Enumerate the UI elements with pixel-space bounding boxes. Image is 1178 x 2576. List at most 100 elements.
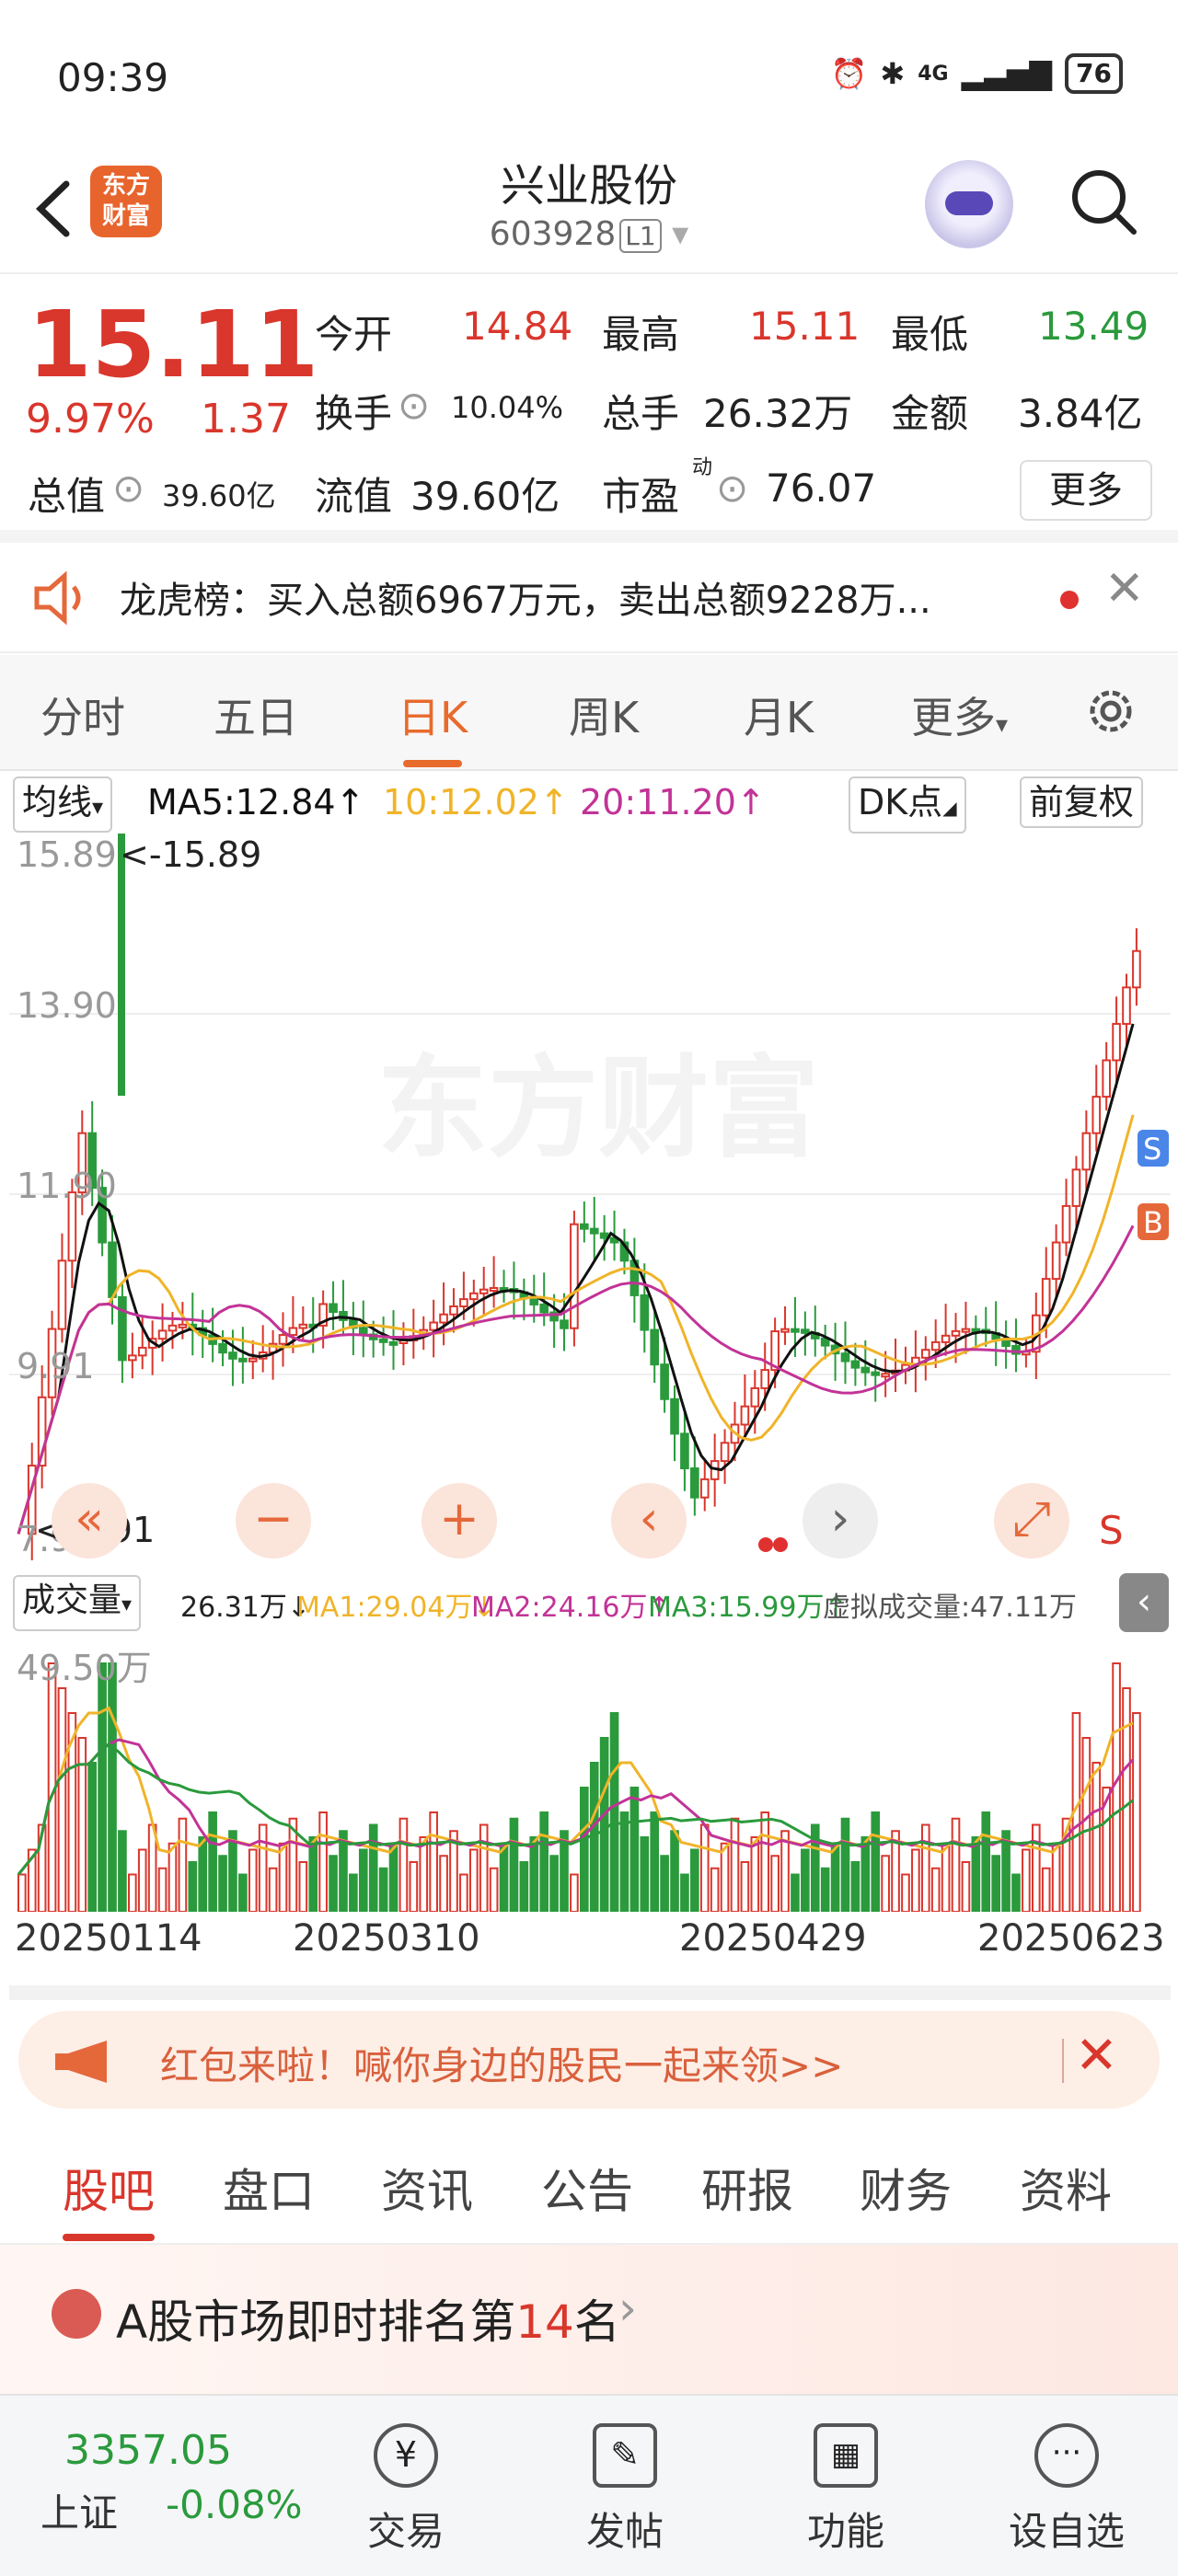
rank-banner[interactable]: A股市场即时排名第14名 › [0,2245,1178,2394]
close-icon[interactable]: ✕ [1104,561,1145,616]
bluetooth-icon: ✱ [880,56,906,91]
index-value[interactable]: 3357.05 [64,2427,232,2474]
candle-body [690,1467,699,1499]
kline-candles [27,834,1141,1561]
b-badge[interactable]: B [1143,1205,1163,1240]
index-name[interactable]: 上证 [40,2482,118,2538]
volume-bar [398,1817,409,1913]
pe-sup: 动 [692,456,713,479]
more-button[interactable]: 更多 [1020,460,1152,521]
tab-profile[interactable]: 资料 [1020,2155,1112,2221]
volume-bar [248,1848,258,1913]
volume-bar [599,1737,609,1913]
s-badge[interactable]: S [1143,1132,1161,1167]
s-mark[interactable]: S [1099,1508,1124,1553]
tab-5day[interactable]: 五日 [214,684,298,745]
tab-weekly-k[interactable]: 周K [569,684,639,745]
promo-banner[interactable]: 红包来啦！喊你身边的股民一起来领>> ✕ [18,2011,1160,2109]
nav-trade[interactable]: ¥ 交易 [337,2414,475,2557]
candle-body [920,1349,930,1359]
tab-guba[interactable]: 股吧 [63,2155,155,2241]
volume-bar [409,1861,419,1913]
candle-body [388,1340,398,1346]
info-icon[interactable]: ⊙ [398,383,430,428]
scroll-left-far-button[interactable]: « [52,1483,127,1558]
tab-more[interactable]: 更多▾ [911,684,1008,745]
dropdown-icon: ▾ [672,215,689,253]
dk-selector[interactable]: DK点◢ [849,776,966,834]
level-tag: L1 [619,219,662,253]
nav-label: 交易 [366,2509,445,2554]
volume-bar [961,1861,971,1913]
collapse-icon[interactable]: ‹ [1119,1573,1169,1632]
nav-watchlist[interactable]: ··· 设自选 [998,2414,1136,2557]
nav-label: 设自选 [1008,2509,1125,2554]
float-value: 39.60亿 [410,474,560,519]
kline-chart[interactable]: 东方财富 15.89 <-15.89 13.90 11.90 9.91 7.91… [9,834,1171,1561]
nav-label: 发帖 [585,2509,664,2554]
candle-body [449,1305,458,1316]
candle-body [580,1223,589,1230]
period-tabs: 分时 五日 日K 周K 月K 更多▾ [0,655,1178,771]
volume-bar [329,1855,338,1913]
volume-selector[interactable]: 成交量▾ [13,1575,142,1631]
stock-code: 603928 [489,215,617,253]
rank-number: 14 [515,2295,574,2349]
scroll-right-button[interactable]: › [803,1483,878,1558]
volume-bar [791,1873,800,1913]
zoom-out-button[interactable]: − [236,1483,311,1558]
nav-functions[interactable]: ▦ 功能 [777,2414,915,2557]
tab-news[interactable]: 资讯 [381,2155,473,2221]
candle-body [439,1313,448,1324]
indicator-selector[interactable]: 均线▾ [13,776,113,833]
tab-announcement[interactable]: 公告 [541,2155,633,2221]
change-pct: 9.97% [26,396,155,443]
tab-daily-k[interactable]: 日K [398,684,468,767]
gear-icon[interactable] [1082,683,1139,740]
ma5-value: MA5:12.84↑ [147,782,365,822]
stock-header: 东方财富 兴业股份 603928 L1 ▾ [0,138,1178,274]
content-tabs: 股吧 盘口 资讯 公告 研报 财务 资料 [0,2133,1178,2245]
virtual-volume: 虚拟成交量:47.11万 [823,1592,1077,1624]
volume-bar [660,1855,669,1913]
vol-y-max: 49.50万 [17,1648,152,1688]
battery-icon: 76 [1065,53,1123,94]
volume-chart[interactable]: 49.50万 [9,1636,1171,1913]
fullscreen-button[interactable]: ⤢ [994,1483,1069,1558]
candle-body [238,1357,248,1363]
scroll-left-button[interactable]: ‹ [611,1483,687,1558]
search-icon[interactable] [1066,164,1139,237]
volume-bar [539,1811,549,1913]
candle-body [539,1303,549,1314]
tab-minute[interactable]: 分时 [40,684,125,745]
index-pct[interactable]: -0.08% [166,2482,303,2527]
volume-bar [198,1836,208,1913]
volume-bar [318,1811,328,1913]
amount-label: 金额 [891,391,969,436]
vol-ma3: MA3:15.99万↑ [648,1592,848,1624]
adjust-button[interactable]: 前复权 [1020,776,1144,828]
clock: 09:39 [57,55,169,100]
volume-bar [650,1811,660,1913]
megaphone-icon [55,2041,107,2083]
tab-research[interactable]: 研报 [701,2155,793,2221]
candle-body [167,1324,178,1332]
tab-monthly-k[interactable]: 月K [744,684,814,745]
tab-pankou[interactable]: 盘口 [223,2155,315,2221]
volume-bar [920,1823,930,1913]
tab-finance[interactable]: 财务 [860,2155,952,2221]
y-label-high: 15.89 [17,834,117,875]
candle-body [1102,1059,1111,1098]
float-label: 流值 [315,474,393,519]
volume-bar [468,1848,479,1913]
nav-post[interactable]: ✎ 发帖 [556,2414,694,2557]
close-icon[interactable]: ✕ [1075,2026,1118,2086]
lhb-banner[interactable]: 龙虎榜：买入总额6967万元，卖出总额9228万... ✕ [0,543,1178,653]
zoom-in-button[interactable]: + [422,1483,497,1558]
info-icon[interactable]: ⊙ [716,466,748,511]
volume-bar [580,1787,589,1913]
assistant-avatar[interactable] [925,160,1013,248]
info-icon[interactable]: ⊙ [112,466,144,511]
volume-svg: 49.50万 [17,1648,1141,1913]
volume-bar [570,1873,579,1913]
